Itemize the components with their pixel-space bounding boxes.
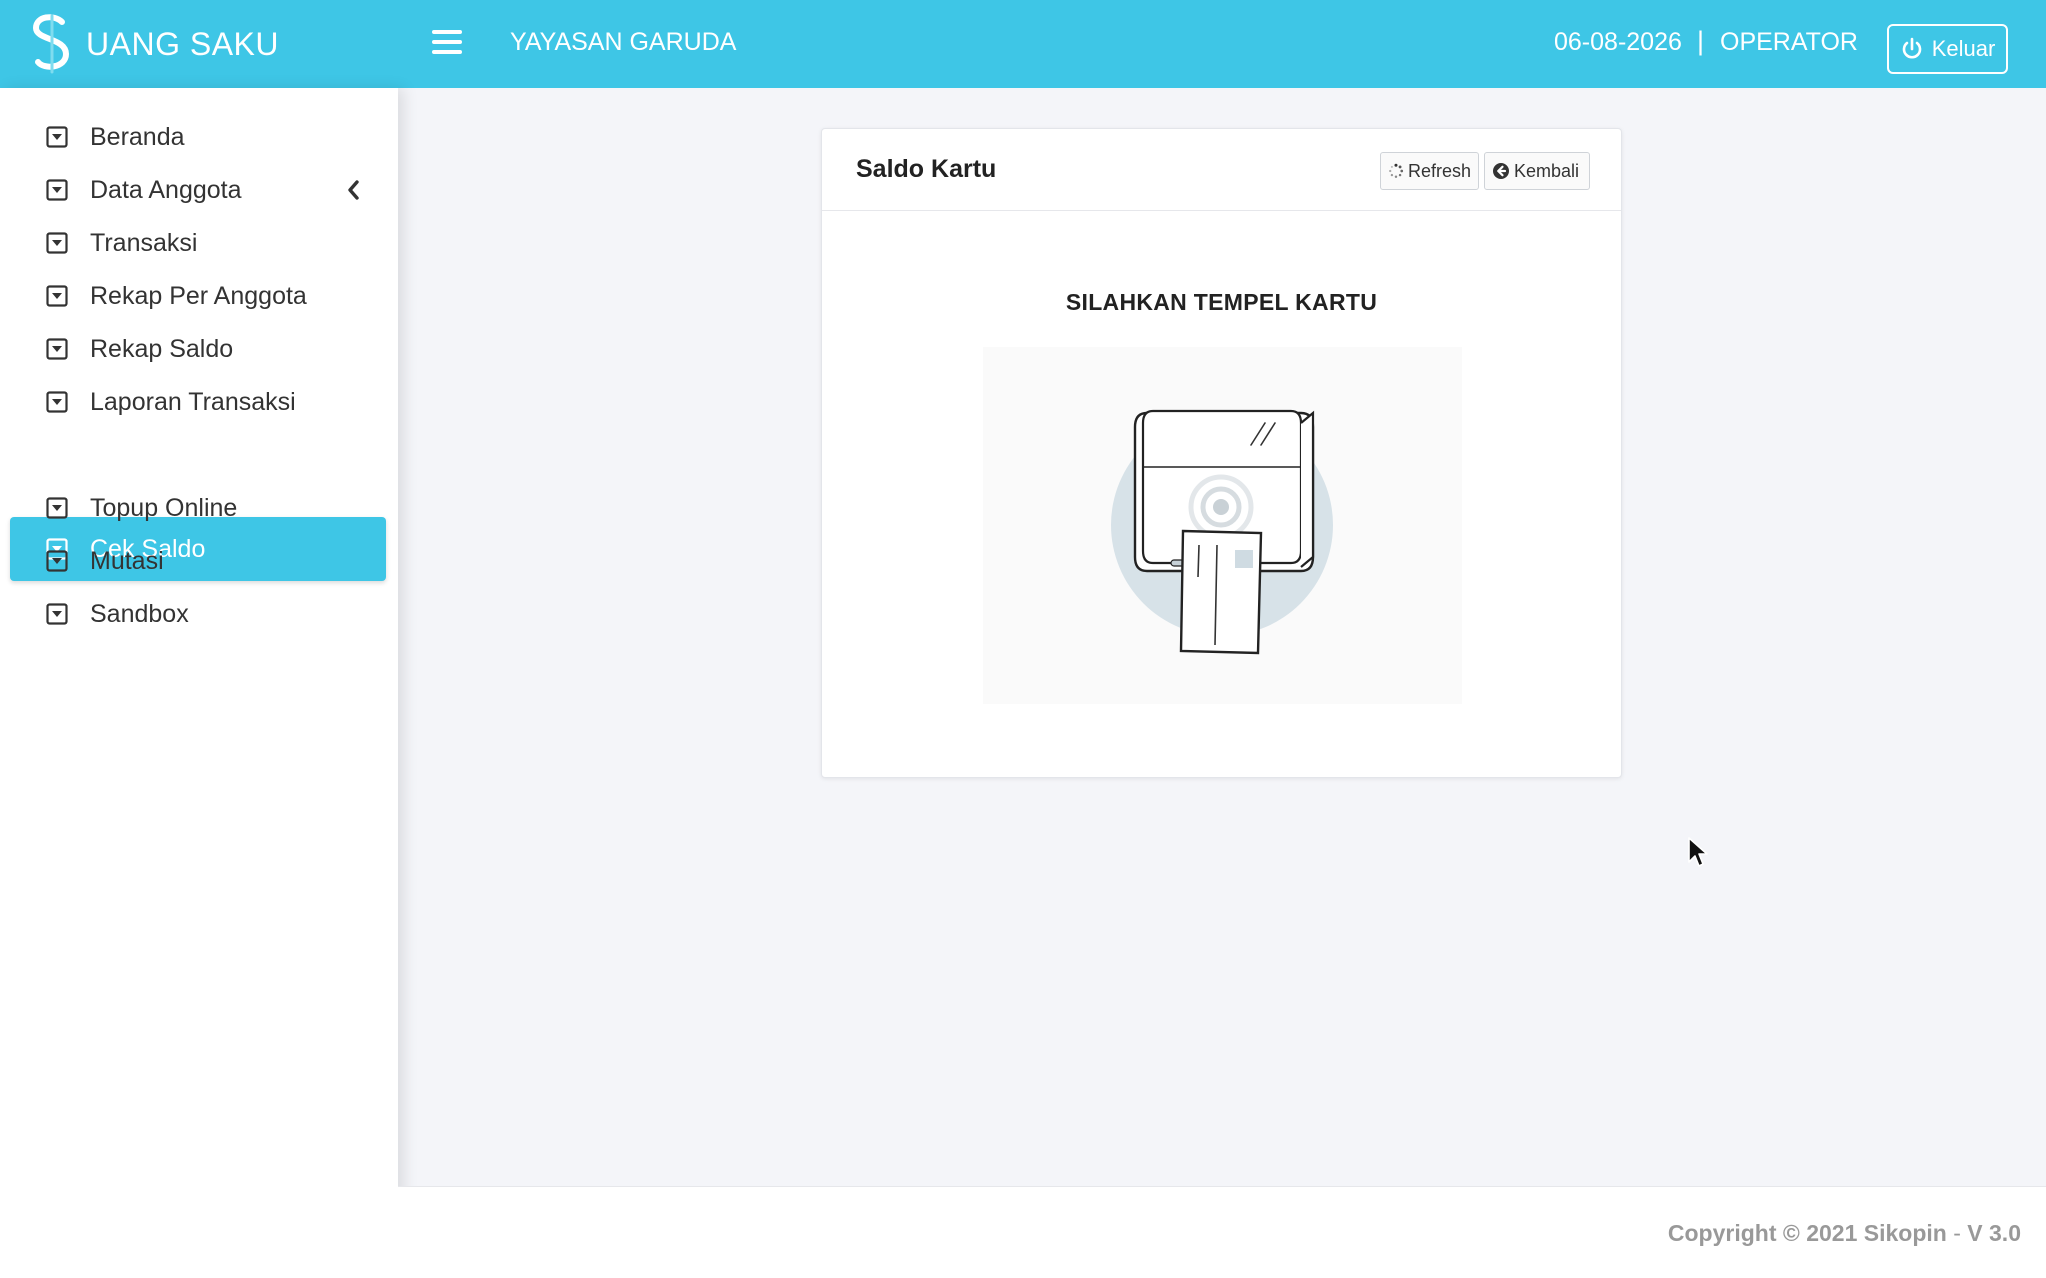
arrow-circle-left-icon [1493,163,1509,179]
caret-square-down-icon [46,497,68,519]
organization-name: YAYASAN GARUDA [510,28,737,56]
copyright-prefix: Copyright © 2021 Sikopin [1667,1220,1947,1246]
refresh-button[interactable]: Refresh [1380,152,1479,190]
tap-card-prompt: SILAHKAN TEMPEL KARTU [1065,289,1378,315]
current-date: 06-08-2026 [1554,28,1682,56]
app-version: V 3.0 [1967,1220,2021,1246]
caret-square-down-icon [46,179,68,201]
brand[interactable]: UANG SAKU [28,12,279,76]
saldo-kartu-card: Saldo Kartu Refresh Kembali SILAHKAN TEM… [821,128,1622,778]
mouse-cursor-icon [1688,837,1708,867]
copyright-text: Copyright © 2021 Sikopin - V 3.0 [1668,1220,2021,1247]
card-title: Saldo Kartu [856,155,997,183]
hamburger-line [432,50,462,54]
caret-square-down-icon [46,285,68,307]
sidebar-item-label: Laporan Transaksi [90,387,296,416]
caret-square-down-icon [46,391,68,413]
sidebar-item-label: Data Anggota [90,175,242,204]
brand-name: UANG SAKU [86,25,279,62]
back-button[interactable]: Kembali [1484,152,1590,190]
card-reader-icon [1111,409,1333,655]
sidebar-item-label: Rekap Per Anggota [90,281,307,310]
sidebar-item-label: Beranda [90,122,185,151]
top-header: UANG SAKU YAYASAN GARUDA 06-08-2026 | OP… [0,0,2046,88]
sidebar-item-label: Rekap Saldo [90,334,234,363]
user-role: OPERATOR [1720,28,1858,56]
caret-square-down-icon [46,338,68,360]
card-header: Saldo Kartu Refresh Kembali [822,129,1621,211]
power-icon [1902,37,1921,59]
sidebar-item-sandbox[interactable]: Sandbox [10,581,386,647]
sidebar-item-label: Mutasi [90,546,164,575]
sidebar-item-label: Transaksi [90,228,198,257]
hamburger-line [432,30,462,34]
card-reader-illustration [983,347,1462,704]
brand-logo-icon [32,14,70,74]
spinner-icon [1389,163,1404,179]
sidebar-item-label: Sandbox [90,599,189,628]
footer: Copyright © 2021 Sikopin - V 3.0 [398,1186,2046,1278]
sidebar-item-laporan-transaksi[interactable]: Laporan Transaksi [10,369,386,435]
header-separator: | [1697,26,1705,56]
caret-square-down-icon [46,126,68,148]
logout-label: Keluar [1931,36,1996,61]
caret-square-down-icon [46,603,68,625]
caret-square-down-icon [46,550,68,572]
sidebar: Beranda Data Anggota Transaksi Rekap Per… [0,88,398,1278]
sidebar-toggle-button[interactable] [432,30,462,58]
caret-square-down-icon [46,232,68,254]
hamburger-line [432,40,462,44]
version-separator: - [1946,1220,1968,1246]
logout-button[interactable]: Keluar [1887,24,2008,74]
back-label: Kembali [1514,160,1580,181]
sidebar-item-label: Topup Online [90,493,238,522]
chevron-left-icon [348,180,359,200]
refresh-label: Refresh [1407,160,1471,181]
